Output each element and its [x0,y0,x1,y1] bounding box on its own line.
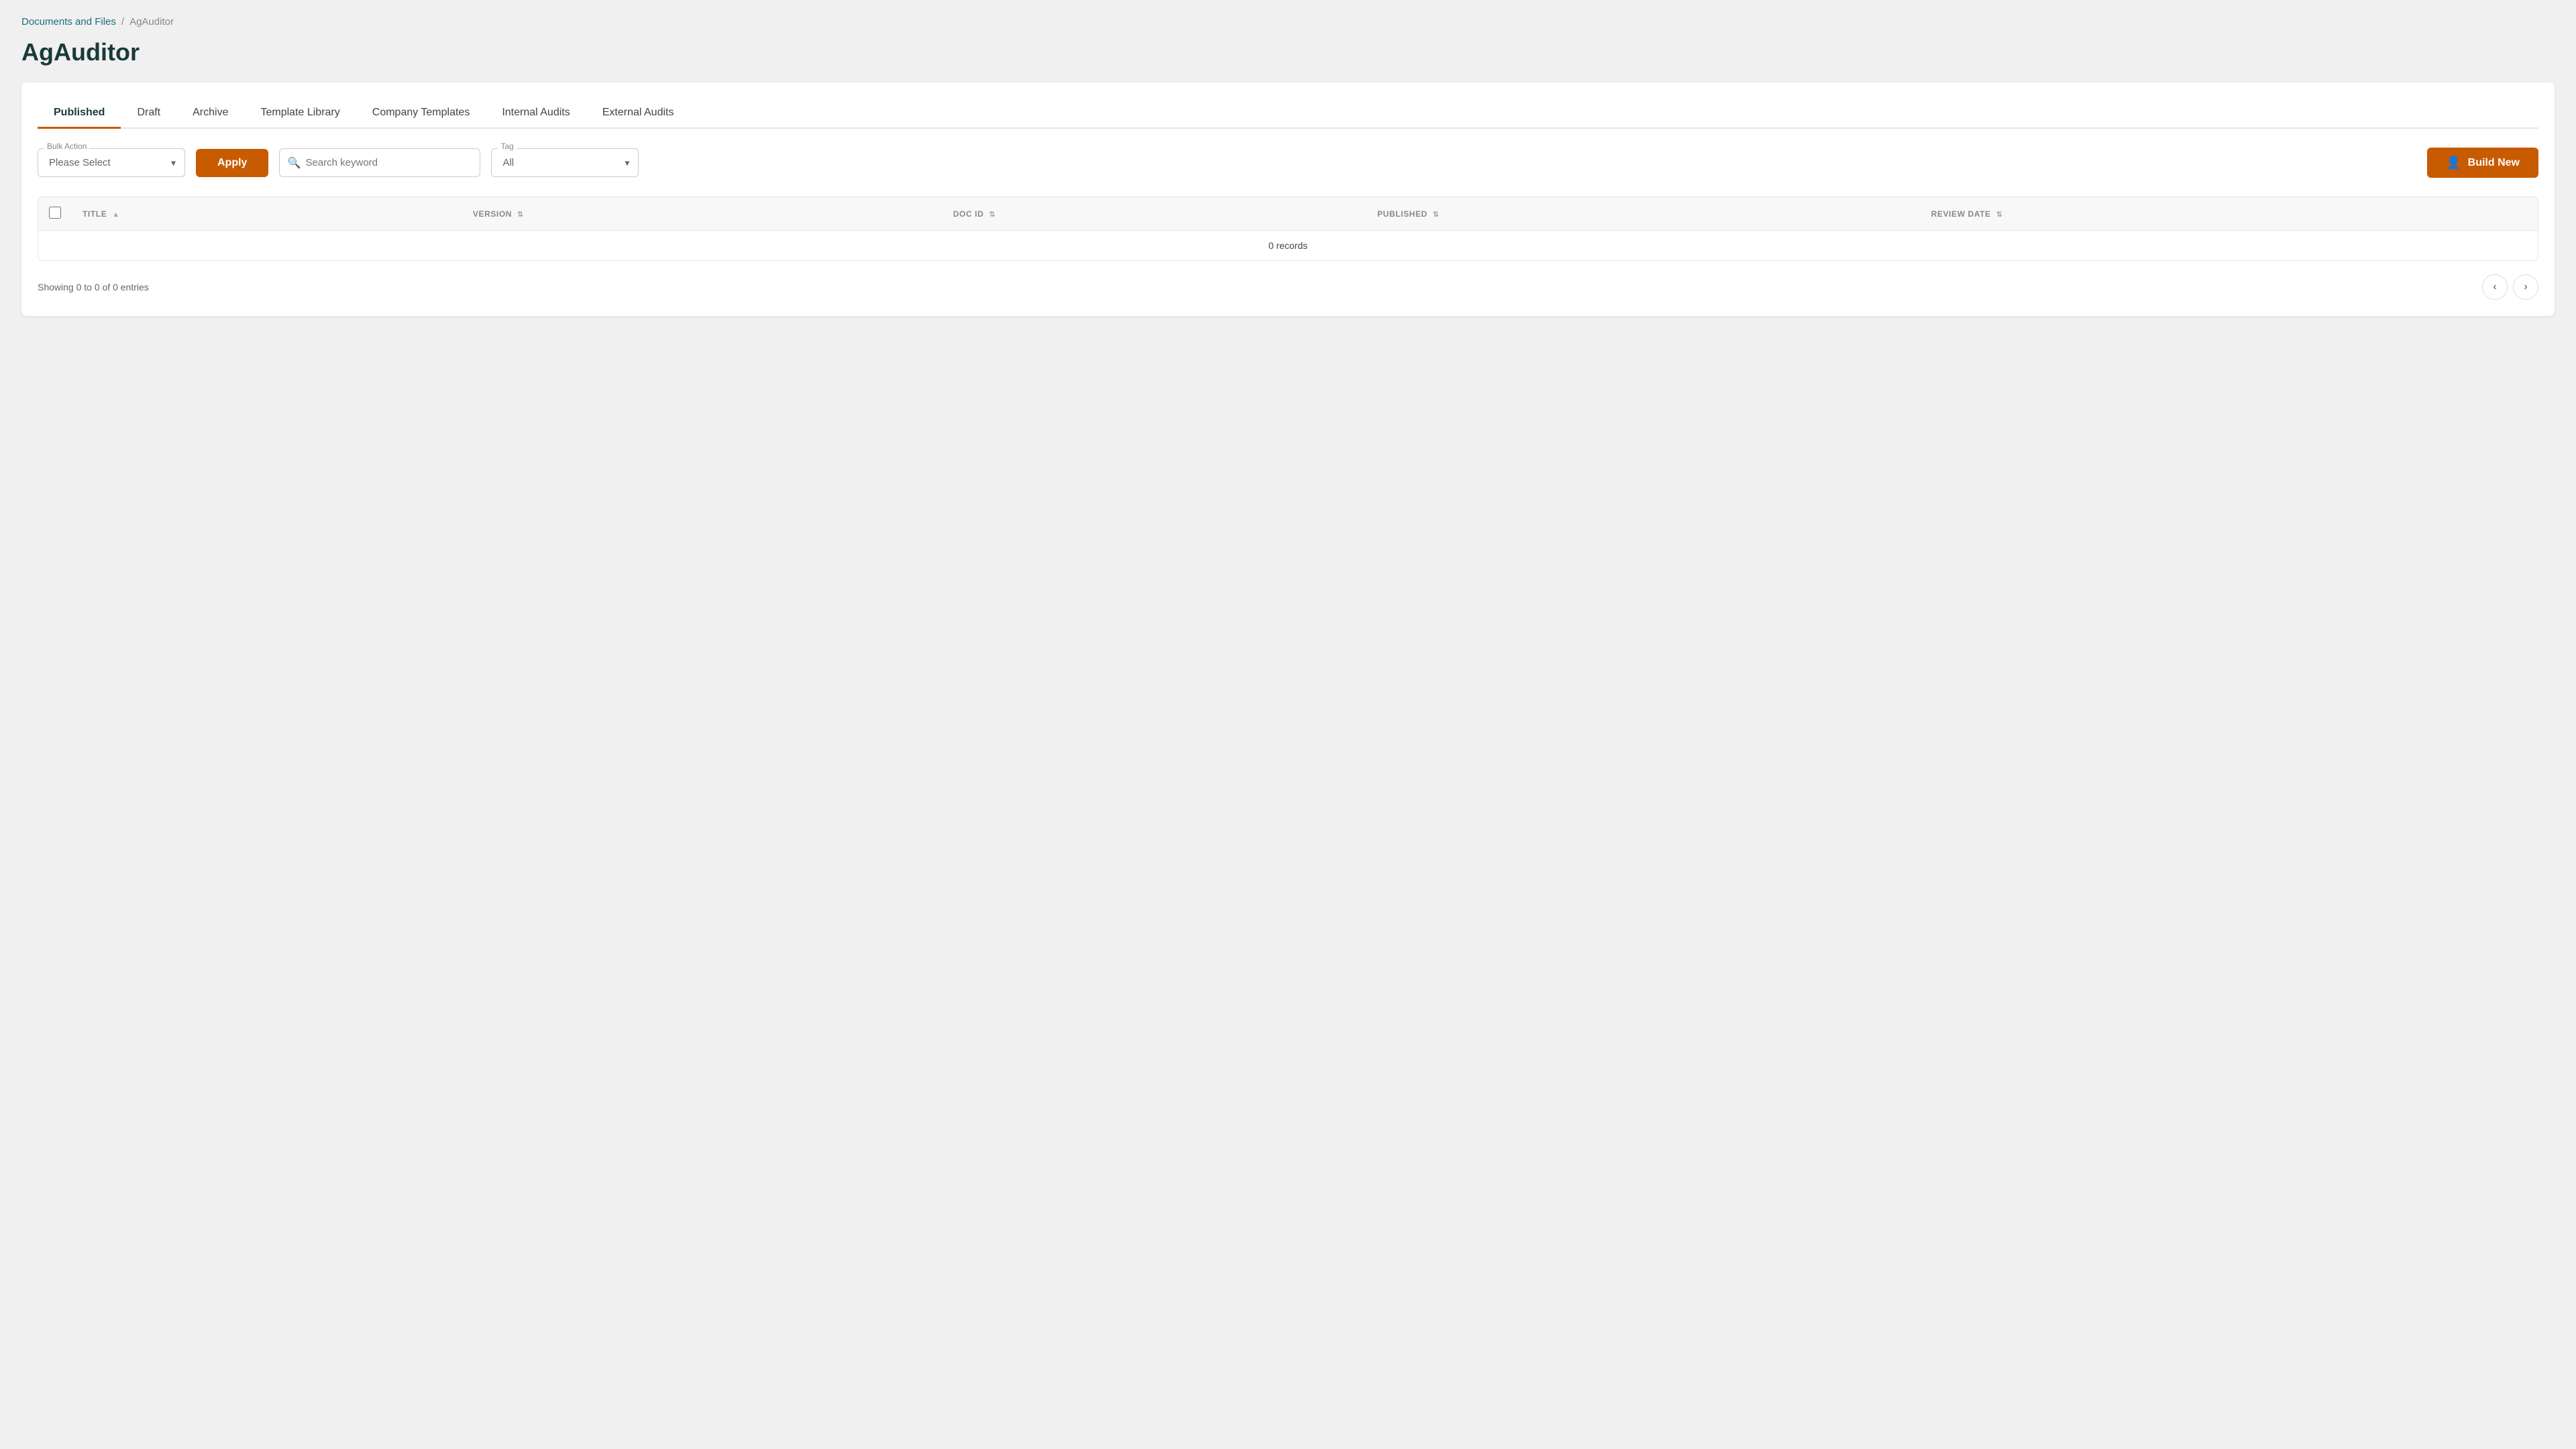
breadcrumb-parent[interactable]: Documents and Files [21,16,116,28]
bulk-action-select[interactable]: Please Select [38,148,185,177]
showing-text: Showing 0 to 0 of 0 entries [38,282,149,292]
tab-external-audits[interactable]: External Audits [586,99,690,129]
bulk-action-wrapper: Bulk Action Please Select ▾ [38,148,185,177]
table-container: TITLE ▲ VERSION ⇅ DOC ID ⇅ PUBLISHED ⇅ [38,197,2538,261]
tab-company-templates[interactable]: Company Templates [356,99,486,129]
pagination-row: Showing 0 to 0 of 0 entries ‹ › [38,274,2538,300]
tag-label: Tag [498,142,516,151]
no-records-cell: 0 records [38,231,2538,261]
select-all-checkbox[interactable] [49,207,61,219]
search-wrapper: 🔍 [279,148,480,177]
main-card: Published Draft Archive Template Library… [21,83,2555,316]
col-review-date-label: REVIEW DATE [1931,209,1991,219]
doc-id-sort-icon: ⇅ [989,210,996,219]
published-sort-icon: ⇅ [1433,210,1440,219]
col-title-label: TITLE [83,209,107,219]
tab-draft[interactable]: Draft [121,99,176,129]
build-new-label: Build New [2468,157,2520,169]
tab-internal-audits[interactable]: Internal Audits [486,99,586,129]
bulk-action-select-wrapper: Please Select ▾ [38,148,185,177]
table-header-row: TITLE ▲ VERSION ⇅ DOC ID ⇅ PUBLISHED ⇅ [38,197,2538,231]
controls-row: Bulk Action Please Select ▾ Apply 🔍 Tag … [38,148,2538,178]
tab-published[interactable]: Published [38,99,121,129]
pagination-prev-button[interactable]: ‹ [2482,274,2508,300]
col-published-label: PUBLISHED [1377,209,1428,219]
search-input[interactable] [279,148,480,177]
version-sort-icon: ⇅ [517,210,524,219]
col-header-doc-id[interactable]: DOC ID ⇅ [943,197,1366,231]
col-doc-id-label: DOC ID [953,209,984,219]
page-title: AgAuditor [21,38,2555,66]
build-new-button[interactable]: 👤 Build New [2427,148,2538,178]
no-records-row: 0 records [38,231,2538,261]
col-header-title[interactable]: TITLE ▲ [72,197,462,231]
tag-select-wrapper: All None ▾ [491,148,639,177]
review-date-sort-icon: ⇅ [1996,210,2003,219]
tag-wrapper: Tag All None ▾ [491,148,639,177]
bulk-action-label: Bulk Action [44,142,89,151]
tag-select[interactable]: All None [491,148,639,177]
pagination-next-button[interactable]: › [2513,274,2538,300]
apply-button[interactable]: Apply [196,149,268,177]
pagination-buttons: ‹ › [2482,274,2538,300]
tabs-container: Published Draft Archive Template Library… [38,99,2538,129]
col-header-review-date[interactable]: REVIEW DATE ⇅ [1921,197,2538,231]
tab-archive[interactable]: Archive [176,99,244,129]
breadcrumb: Documents and Files / AgAuditor [21,16,2555,28]
breadcrumb-current: AgAuditor [129,16,174,28]
header-checkbox-cell [38,197,72,231]
title-sort-icon: ▲ [112,211,120,219]
breadcrumb-separator: / [121,16,124,28]
data-table: TITLE ▲ VERSION ⇅ DOC ID ⇅ PUBLISHED ⇅ [38,197,2538,260]
build-new-icon: 👤 [2446,156,2461,170]
col-header-version[interactable]: VERSION ⇅ [462,197,943,231]
col-version-label: VERSION [473,209,512,219]
col-header-published[interactable]: PUBLISHED ⇅ [1366,197,1921,231]
tab-template-library[interactable]: Template Library [244,99,356,129]
